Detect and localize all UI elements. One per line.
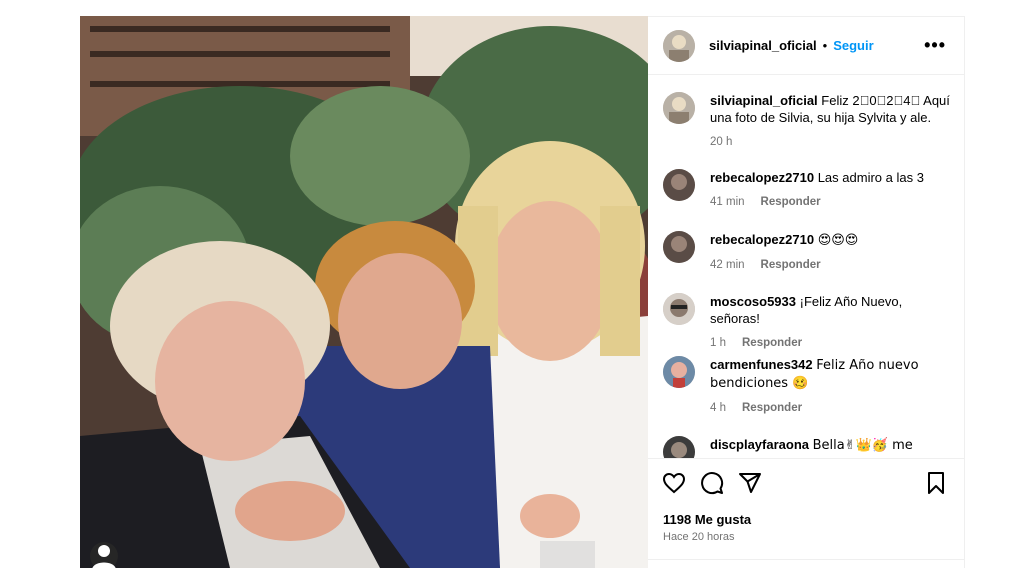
comment-time[interactable]: 1 h [710, 337, 726, 349]
post-photo[interactable] [80, 16, 648, 568]
author-avatar[interactable] [663, 29, 695, 62]
comment-item: rebecalopez2710 😍😍😍 42 min Responder [663, 231, 953, 274]
comment-time[interactable]: 4 h [710, 402, 726, 414]
post-time[interactable]: Hace 20 horas [663, 531, 735, 543]
commenter-avatar[interactable] [663, 293, 695, 325]
share-icon[interactable] [738, 471, 764, 497]
user-tag-icon[interactable] [90, 542, 118, 568]
caption: silviapinal_oficial Feliz 2⃣0⃣2⃣4⃣ Aquí … [663, 92, 953, 151]
post-header: silviapinal_oficial • Seguir ••• [648, 17, 964, 75]
commenter-avatar[interactable] [663, 231, 695, 263]
author-username[interactable]: silviapinal_oficial [709, 38, 817, 53]
caption-username[interactable]: silviapinal_oficial [710, 93, 818, 108]
comment-username[interactable]: moscoso5933 [710, 294, 796, 309]
comment-time[interactable]: 41 min [710, 196, 745, 208]
comment-item: discplayfaraona Bella✌👑🥳 me [663, 436, 953, 458]
commenter-avatar[interactable] [663, 169, 695, 201]
comment-text: 😍😍😍 [817, 233, 859, 248]
comment-text: Las admiro a las 3 [817, 170, 924, 185]
comment-item: carmenfunes342 Feliz Año nuevo bendicion… [663, 356, 953, 417]
commenter-avatar[interactable] [663, 356, 695, 388]
comment-time[interactable]: 42 min [710, 259, 745, 271]
comment-username[interactable]: rebecalopez2710 [710, 170, 814, 185]
comment-username[interactable]: carmenfunes342 [710, 357, 813, 372]
commenter-avatar[interactable] [663, 436, 695, 458]
photo-image [80, 16, 648, 568]
reply-button[interactable]: Responder [761, 196, 821, 208]
comment-text: Bella✌👑🥳 me [812, 438, 913, 453]
more-icon[interactable]: ••• [924, 35, 946, 56]
comment-username[interactable]: rebecalopez2710 [710, 232, 814, 247]
comment-item: moscoso5933 ¡Feliz Año Nuevo, señoras! 1… [663, 293, 953, 352]
reply-button[interactable]: Responder [742, 402, 802, 414]
separator-dot: • [822, 38, 828, 53]
caption-avatar[interactable] [663, 92, 695, 124]
comment-item: rebecalopez2710 Las admiro a las 3 41 mi… [663, 169, 953, 211]
add-comment-area[interactable] [648, 559, 964, 571]
follow-button[interactable]: Seguir [833, 38, 873, 53]
comment-icon[interactable] [700, 471, 726, 497]
likes-count[interactable]: 1198 Me gusta [663, 512, 751, 527]
reply-button[interactable]: Responder [761, 259, 821, 271]
heart-icon[interactable] [662, 471, 688, 497]
caption-time[interactable]: 20 h [710, 136, 732, 148]
comment-username[interactable]: discplayfaraona [710, 437, 809, 452]
comments-list[interactable]: silviapinal_oficial Feliz 2⃣0⃣2⃣4⃣ Aquí … [648, 76, 964, 458]
post-side-panel: silviapinal_oficial • Seguir ••• silviap… [648, 16, 965, 569]
reply-button[interactable]: Responder [742, 337, 802, 349]
save-icon[interactable] [924, 471, 950, 497]
post-actions: 1198 Me gusta Hace 20 horas [648, 458, 964, 569]
